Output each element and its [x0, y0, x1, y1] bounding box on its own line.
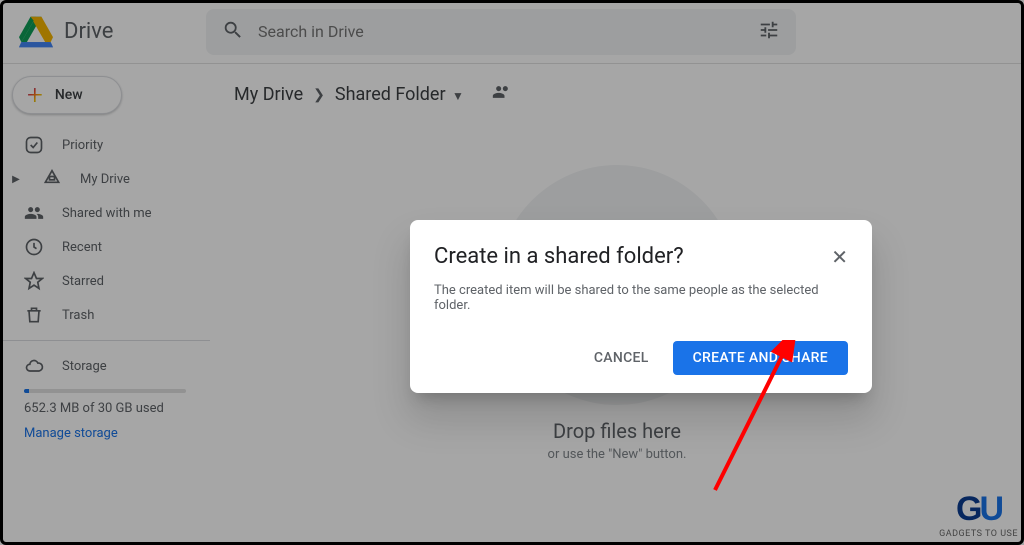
dialog-actions: CANCEL CREATE AND SHARE	[434, 341, 848, 375]
cancel-button[interactable]: CANCEL	[578, 341, 665, 375]
dialog-body-text: The created item will be shared to the s…	[434, 283, 848, 313]
close-icon[interactable]: ✕	[831, 247, 848, 267]
dialog-title: Create in a shared folder?	[434, 244, 684, 269]
create-and-share-button[interactable]: CREATE AND SHARE	[673, 341, 848, 375]
create-shared-dialog: Create in a shared folder? ✕ The created…	[410, 220, 872, 393]
dialog-header: Create in a shared folder? ✕	[434, 244, 848, 269]
